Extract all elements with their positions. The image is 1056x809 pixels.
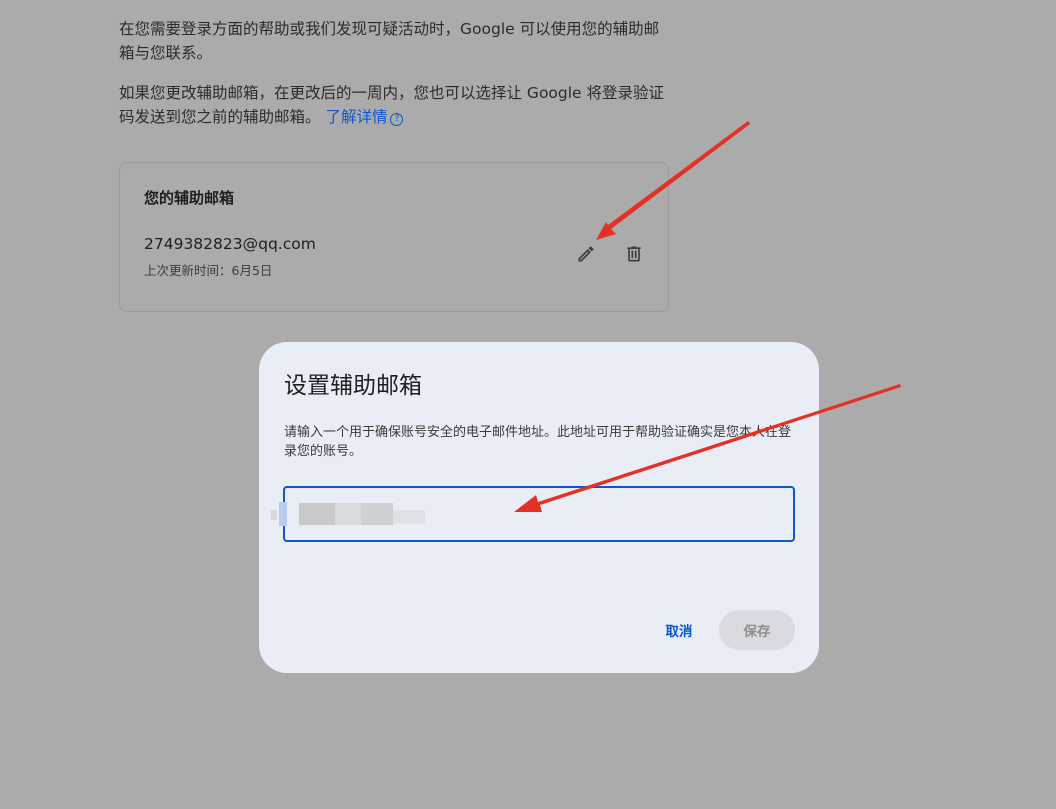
card-title: 您的辅助邮箱 — [144, 189, 235, 207]
learn-more-label: 了解详情 — [325, 108, 388, 126]
redaction-patch — [279, 502, 287, 526]
delete-email-button[interactable] — [620, 240, 648, 268]
trash-icon — [627, 246, 641, 262]
pencil-icon — [578, 246, 594, 262]
edit-email-button[interactable] — [572, 240, 600, 268]
help-circle-icon: ? — [390, 113, 404, 126]
save-button: 保存 — [719, 610, 795, 650]
redaction-patch — [271, 510, 277, 520]
recovery-email-field[interactable] — [271, 486, 795, 542]
learn-more-link[interactable]: 了解详情? — [325, 108, 404, 126]
recovery-info-paragraph: 在您需要登录方面的帮助或我们发现可疑活动时，Google 可以使用您的辅助邮箱与… — [119, 20, 660, 62]
current-recovery-email: 2749382823@qq.com — [144, 235, 316, 253]
recovery-email-input[interactable] — [299, 488, 779, 540]
last-updated-text: 上次更新时间：6月5日 — [144, 263, 273, 278]
set-recovery-email-dialog: 设置辅助邮箱 请输入一个用于确保账号安全的电子邮件地址。此地址可用于帮助验证确实… — [259, 342, 819, 673]
recovery-info-text: 在您需要登录方面的帮助或我们发现可疑活动时，Google 可以使用您的辅助邮箱与… — [119, 17, 669, 65]
dialog-description: 请输入一个用于确保账号安全的电子邮件地址。此地址可用于帮助验证确实是您本人在登录… — [284, 425, 792, 459]
cancel-button[interactable]: 取消 — [651, 610, 707, 650]
recovery-change-text: 如果您更改辅助邮箱，在更改后的一周内，您也可以选择让 Google 将登录验证码… — [119, 81, 669, 129]
dialog-title: 设置辅助邮箱 — [284, 373, 422, 399]
page: 在您需要登录方面的帮助或我们发现可疑活动时，Google 可以使用您的辅助邮箱与… — [0, 0, 1056, 809]
recovery-email-card: 您的辅助邮箱 2749382823@qq.com 上次更新时间：6月5日 — [119, 162, 669, 312]
